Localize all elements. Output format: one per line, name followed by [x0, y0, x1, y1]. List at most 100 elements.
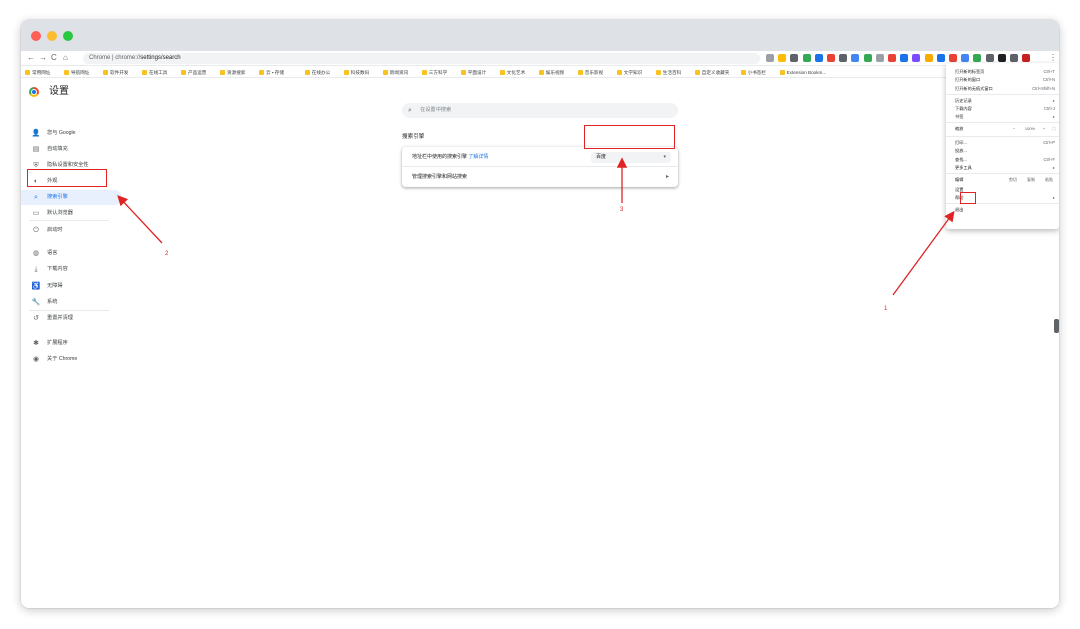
menu-item[interactable]: 打开新的标签页 Ctrl+T: [946, 69, 1059, 75]
menu-shortcut: ▸: [1052, 195, 1055, 200]
extension-icon[interactable]: [851, 54, 860, 62]
menu-shortcut: Ctrl+J: [1043, 106, 1055, 111]
bookmark-item[interactable]: 软件开发: [103, 68, 128, 77]
sidebar-item[interactable]: ⏻ 启动时: [21, 223, 121, 238]
fullscreen-icon[interactable]: ⛶: [1050, 126, 1058, 132]
home-icon[interactable]: ⌂: [63, 53, 68, 63]
learn-more-link[interactable]: 了解详情: [468, 154, 488, 160]
side-panel-handle[interactable]: [1054, 319, 1059, 333]
extension-icon[interactable]: [839, 54, 848, 62]
bookmark-item[interactable]: 云 ▪ 存储: [259, 68, 284, 77]
extension-icon[interactable]: [1010, 54, 1018, 62]
sidebar-item[interactable]: ✱ 扩展程序: [21, 336, 121, 351]
sidebar-item[interactable]: ↺ 重置并清理: [21, 311, 121, 326]
bookmark-item[interactable]: 娱乐视频: [538, 68, 564, 77]
bookmark-item[interactable]: 在线工具: [142, 68, 167, 77]
extension-icon[interactable]: [936, 54, 945, 62]
bookmark-item[interactable]: 资源搜索: [220, 68, 245, 77]
bookmark-item[interactable]: 文化艺术: [499, 68, 525, 77]
extension-icon[interactable]: [973, 54, 982, 62]
menu-item[interactable]: 投放...: [946, 148, 1059, 154]
extension-icon[interactable]: [790, 54, 799, 62]
zoom-button[interactable]: [63, 31, 73, 41]
bookmark-item[interactable]: 小书签栏: [740, 68, 766, 77]
extension-icon[interactable]: [827, 54, 835, 62]
menu-item[interactable]: 下载内容 Ctrl+J: [946, 106, 1059, 112]
extension-icon[interactable]: [766, 54, 774, 62]
bookmark-item[interactable]: 科技数码: [343, 68, 369, 77]
extension-icon[interactable]: [961, 54, 970, 62]
globe-icon: ◍: [32, 250, 40, 257]
menu-item[interactable]: 查找... Ctrl+F: [946, 157, 1059, 163]
bookmark-item[interactable]: 在线办公: [304, 68, 330, 77]
extension-icon[interactable]: [814, 54, 823, 62]
settings-search-input[interactable]: ⌕ 在设置中搜索: [402, 103, 678, 118]
menu-kebab-icon[interactable]: ⋮: [1049, 53, 1057, 63]
back-icon[interactable]: ←: [27, 53, 35, 63]
close-button[interactable]: [31, 31, 41, 41]
bookmark-item[interactable]: 产品运营: [181, 68, 206, 77]
url-prefix: Chrome | chrome://: [89, 55, 141, 61]
sidebar-item[interactable]: ⌕ 搜索引擎: [21, 190, 122, 205]
bookmark-item[interactable]: 导航网址: [64, 68, 89, 77]
minimize-button[interactable]: [47, 31, 57, 41]
search-icon: ⌕: [408, 107, 412, 114]
extension-icon[interactable]: [863, 54, 872, 62]
sidebar-item[interactable]: 🔧 系统: [21, 295, 121, 310]
chrome-main-menu: 打开新的标签页 Ctrl+T 打开新的窗口 Ctrl+N 打开新的无痕式窗口 Ctrl+S…: [946, 63, 1059, 229]
url-field[interactable]: Chrome | chrome://settings/search: [83, 53, 760, 64]
bookmark-item[interactable]: 常用网址: [25, 68, 50, 77]
menu-shortcut: ▸: [1052, 98, 1055, 103]
sidebar-item[interactable]: ◍ 语言: [21, 246, 121, 261]
menu-item[interactable]: 打印... Ctrl+P: [946, 140, 1059, 146]
sidebar-item[interactable]: ⤓ 下载内容: [21, 262, 121, 277]
extension-icon[interactable]: [900, 54, 909, 62]
menu-item[interactable]: 缩放 −100% + ⛶: [946, 126, 1059, 132]
menu-item[interactable]: 书签 ▸: [946, 114, 1059, 120]
extension-icon[interactable]: [924, 54, 933, 62]
sidebar-item[interactable]: ▤ 自动填充: [21, 142, 121, 157]
extension-icon[interactable]: [802, 54, 811, 62]
menu-item[interactable]: 历史记录 ▸: [946, 98, 1059, 104]
extension-icon[interactable]: [997, 54, 1006, 62]
sidebar-item[interactable]: ▭ 默认浏览器: [21, 206, 121, 221]
copy-button[interactable]: 复制: [1024, 177, 1038, 183]
sidebar-item[interactable]: 👤 您与 Google: [21, 126, 121, 141]
menu-item[interactable]: 打开新的无痕式窗口 Ctrl+Shift+N: [946, 86, 1059, 92]
extension-icon[interactable]: [1022, 54, 1031, 62]
extension-icon[interactable]: [985, 54, 994, 62]
bookmark-item[interactable]: 文学知识: [616, 68, 642, 77]
extension-icon[interactable]: [912, 54, 921, 62]
bookmark-item[interactable]: 三方科学: [421, 68, 447, 77]
zoom-in-button[interactable]: +: [1039, 126, 1049, 132]
bookmark-item[interactable]: 自定义收藏夹: [694, 68, 729, 77]
bookmark-item[interactable]: 生活百科: [655, 68, 681, 77]
bookmark-item[interactable]: Extension Bookm...: [779, 68, 826, 77]
menu-item-label: 打开新的无痕式窗口: [955, 86, 993, 91]
menu-item[interactable]: 编辑 剪切 复制 粘贴: [946, 177, 1059, 183]
chrome-logo-icon: [29, 87, 39, 97]
bookmark-item[interactable]: 平面设计: [460, 68, 486, 77]
sidebar-item[interactable]: ♿ 无障碍: [21, 279, 121, 294]
menu-item-label: 书签: [955, 114, 964, 119]
sidebar-item-label: 关于 Chrome: [47, 356, 78, 362]
search-engine-select[interactable]: 百度 ▾: [591, 152, 671, 163]
forward-icon[interactable]: →: [39, 53, 47, 63]
bookmark-item[interactable]: 新闻资讯: [382, 68, 408, 77]
menu-item[interactable]: 退出: [946, 207, 1059, 213]
zoom-out-button[interactable]: −: [1009, 126, 1019, 132]
menu-separator: [946, 136, 1059, 137]
paste-button[interactable]: 粘贴: [1042, 177, 1056, 183]
reload-icon[interactable]: C: [51, 53, 57, 63]
extension-icon[interactable]: [778, 54, 787, 62]
extension-icon[interactable]: [888, 54, 896, 62]
sidebar-item[interactable]: ◉ 关于 Chrome: [21, 352, 121, 367]
menu-item[interactable]: 更多工具 ▸: [946, 165, 1059, 171]
extension-icon[interactable]: [875, 54, 884, 62]
cut-button[interactable]: 剪切: [1006, 177, 1020, 183]
extension-icon[interactable]: [949, 54, 957, 62]
bookmark-item[interactable]: 音乐影视: [577, 68, 603, 77]
menu-item[interactable]: 打开新的窗口 Ctrl+N: [946, 77, 1059, 83]
chrome-logo-icon: ◉: [32, 356, 40, 363]
manage-engines-row[interactable]: 管理搜索引擎和网站搜索 ▸: [402, 167, 678, 187]
